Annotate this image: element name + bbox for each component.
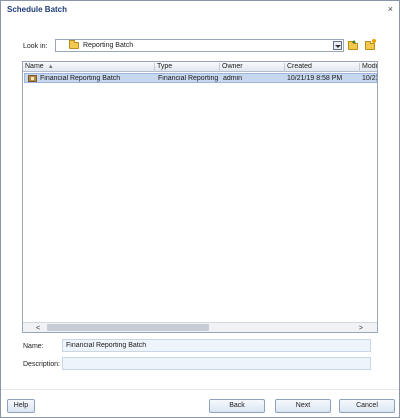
next-button[interactable]: Next xyxy=(275,399,331,413)
sort-asc-icon: ▲ xyxy=(47,64,54,70)
footer-divider xyxy=(1,389,399,390)
column-header-owner[interactable]: Owner xyxy=(220,63,285,72)
cancel-button[interactable]: Cancel xyxy=(339,399,395,413)
row-name: Financial Reporting Batch xyxy=(40,75,121,82)
table-row[interactable]: Financial Reporting Batch Financial Repo… xyxy=(24,73,377,83)
sparkle-icon xyxy=(372,39,376,43)
column-header-name[interactable]: Name ▲ xyxy=(23,63,155,72)
close-icon[interactable]: × xyxy=(388,4,393,14)
folder-icon xyxy=(69,40,79,49)
row-owner: admin xyxy=(223,75,243,82)
file-list[interactable]: Name▲ Type Owner Created Modifi Financia… xyxy=(22,61,378,333)
help-button[interactable]: Help xyxy=(7,399,35,413)
name-label: Name: xyxy=(23,343,44,350)
batch-icon xyxy=(28,75,37,82)
row-modified: 10/21/ xyxy=(362,75,377,82)
description-input[interactable] xyxy=(62,357,371,370)
look-in-value: Reporting Batch xyxy=(83,42,134,49)
back-button[interactable]: Back xyxy=(209,399,265,413)
row-created: 10/21/19 8:58 PM xyxy=(287,75,343,82)
look-in-dropdown[interactable]: Reporting Batch xyxy=(55,39,344,52)
look-in-label: Look in: xyxy=(23,43,48,50)
name-input[interactable] xyxy=(62,339,371,352)
row-type: Financial Reporting xyxy=(158,75,219,82)
column-header-modified[interactable]: Modifi xyxy=(360,63,377,72)
new-folder-icon xyxy=(365,41,375,50)
dialog-title: Schedule Batch xyxy=(7,5,68,14)
description-label: Description: xyxy=(23,361,60,368)
scroll-right-icon[interactable]: > xyxy=(359,325,363,332)
table-header: Name▲ Type Owner Created Modifi xyxy=(23,62,377,72)
folder-up-icon xyxy=(348,41,358,50)
up-arrow-icon xyxy=(352,40,356,43)
new-folder-button[interactable] xyxy=(364,39,376,51)
scroll-left-icon[interactable]: < xyxy=(36,325,40,332)
column-header-created[interactable]: Created xyxy=(285,63,360,72)
schedule-batch-dialog: Schedule Batch × Look in: Reporting Batc… xyxy=(0,0,400,418)
scroll-thumb[interactable] xyxy=(47,324,209,331)
title-bar: Schedule Batch × xyxy=(1,1,399,19)
up-one-level-button[interactable] xyxy=(347,40,359,51)
column-header-type[interactable]: Type xyxy=(155,63,220,72)
horizontal-scrollbar[interactable]: < > xyxy=(23,322,377,332)
chevron-down-icon[interactable] xyxy=(333,41,342,50)
